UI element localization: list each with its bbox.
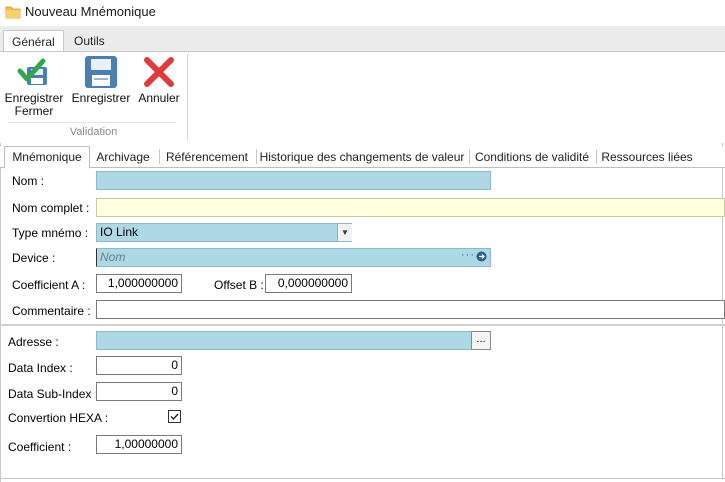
data-index-label: Data Index : — [8, 361, 73, 375]
save-close-icon — [17, 58, 47, 85]
save-disk-icon — [85, 56, 117, 88]
tab-separator — [469, 149, 470, 164]
convertion-hexa-checkbox[interactable] — [168, 410, 181, 423]
nom-label: Nom : — [12, 174, 45, 188]
coefficient-input[interactable]: 1,00000000 — [96, 435, 182, 454]
tab-historique[interactable]: Historique des changements de valeur — [259, 147, 465, 167]
commentaire-input[interactable] — [96, 300, 725, 319]
tab-ressources[interactable]: Ressources liées — [598, 147, 696, 167]
ribbon-tab-general[interactable]: Général — [3, 30, 64, 53]
convertion-hexa-label: Convertion HEXA : — [8, 411, 109, 425]
ribbon-tab-outils[interactable]: Outils — [66, 30, 113, 52]
cancel-label: Annuler — [138, 91, 180, 105]
type-mnemo-label: Type mnémo : — [12, 226, 89, 240]
section-divider — [0, 324, 725, 326]
coefficient-label: Coefficient : — [8, 440, 72, 454]
window-title: Nouveau Mnémonique — [25, 4, 156, 19]
offset-b-input[interactable]: 0,000000000 — [265, 274, 352, 293]
save-close-label: Enregistrer Fermer — [4, 91, 64, 118]
tab-separator — [159, 149, 160, 164]
tab-separator — [596, 149, 597, 164]
tab-archivage[interactable]: Archivage — [91, 147, 155, 167]
tab-referencement[interactable]: Référencement — [162, 147, 252, 167]
folder-icon — [5, 4, 21, 20]
ribbon-group-label: Validation — [69, 126, 118, 138]
ellipsis-icon[interactable]: ··· — [461, 249, 475, 261]
chevron-down-icon[interactable]: ▼ — [337, 224, 352, 241]
tab-conditions[interactable]: Conditions de validité — [471, 147, 593, 167]
device-label: Device : — [12, 251, 56, 265]
cancel-icon — [144, 57, 174, 87]
nom-complet-label: Nom complet : — [12, 201, 90, 215]
tab-mnemonique[interactable]: Mnémonique — [4, 146, 90, 169]
nom-complet-input[interactable] — [96, 198, 725, 217]
arrow-right-circle-icon[interactable] — [476, 251, 487, 265]
save-label: Enregistrer — [71, 91, 131, 105]
save-close-button[interactable]: Enregistrer Fermer — [4, 55, 64, 118]
coefficient-a-label: Coefficient A : — [12, 278, 86, 292]
data-subindex-input[interactable]: 0 — [96, 382, 182, 401]
device-input[interactable]: Nom — [96, 248, 491, 267]
checkmark-icon — [170, 413, 179, 421]
cancel-button[interactable]: Annuler — [137, 55, 181, 105]
ribbon-group-separator — [187, 54, 188, 140]
adresse-input[interactable] — [96, 331, 472, 350]
commentaire-label: Commentaire : — [12, 304, 91, 318]
tab-separator — [256, 149, 257, 164]
adresse-browse-button[interactable]: ... — [471, 331, 491, 350]
save-button[interactable]: Enregistrer — [70, 55, 132, 105]
data-index-input[interactable]: 0 — [96, 356, 182, 375]
data-subindex-label: Data Sub-Index : — [8, 387, 99, 401]
group-divider — [8, 122, 176, 123]
adresse-label: Adresse : — [8, 335, 59, 349]
type-mnemo-value: IO Link — [100, 225, 139, 239]
nom-input[interactable] — [96, 171, 491, 190]
type-mnemo-select[interactable]: IO Link — [96, 223, 352, 242]
bottom-border — [0, 478, 725, 479]
offset-b-label: Offset B : — [214, 278, 264, 292]
coefficient-a-input[interactable]: 1,000000000 — [96, 274, 182, 293]
